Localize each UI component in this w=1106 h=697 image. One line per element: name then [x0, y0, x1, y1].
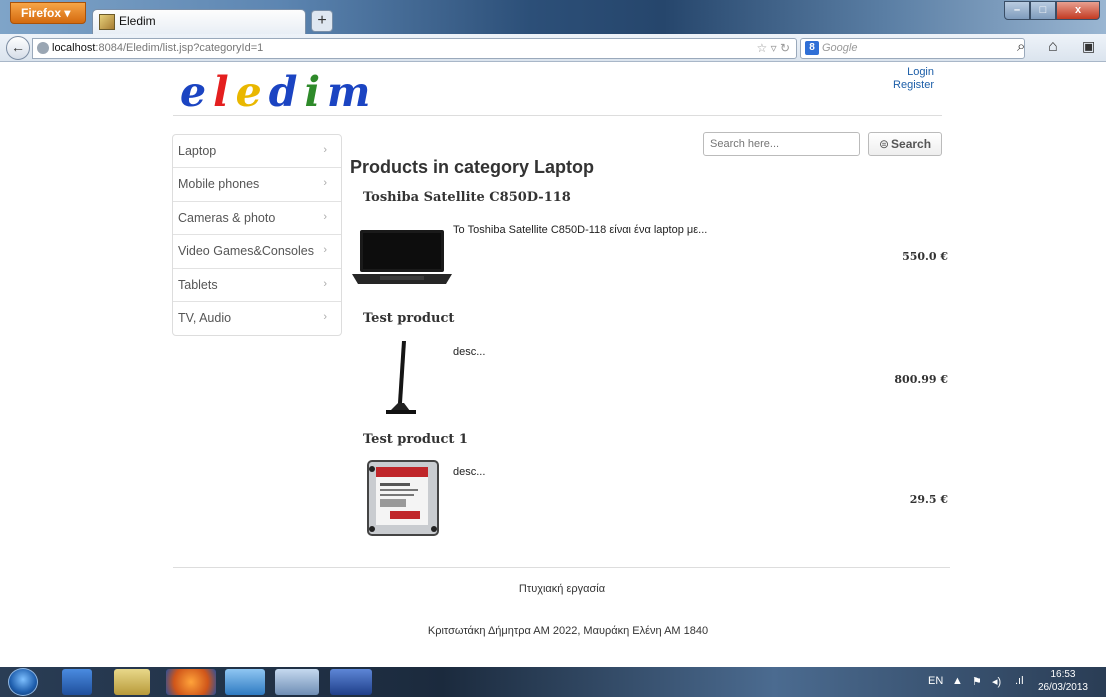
- volume-icon[interactable]: ◂): [992, 675, 1001, 688]
- url-bar-icons: ☆ ▿ ↻: [756, 39, 790, 58]
- auth-links: Login Register: [893, 66, 934, 92]
- product-name[interactable]: Toshiba Satellite C850D-118: [363, 190, 571, 205]
- login-link[interactable]: Login: [893, 66, 934, 79]
- search-input[interactable]: [703, 132, 860, 156]
- chevron-right-icon: ›: [323, 244, 327, 257]
- search-button-label: Search: [891, 137, 932, 151]
- product-name[interactable]: Test product 1: [363, 432, 468, 447]
- logo-letter: e: [180, 68, 214, 116]
- word-icon[interactable]: [330, 669, 372, 695]
- sidebar-item-tv-audio[interactable]: TV, Audio ›: [173, 302, 341, 335]
- sidebar-item-laptop[interactable]: Laptop ›: [173, 135, 341, 169]
- chevron-right-icon: ›: [323, 210, 327, 223]
- clock-date: 26/03/2013: [1037, 682, 1088, 693]
- sidebar-item-tablets[interactable]: Tablets ›: [173, 269, 341, 302]
- url-bar[interactable]: localhost:8084/Eledim/list.jsp?categoryI…: [32, 38, 797, 59]
- sidebar-item-mobile-phones[interactable]: Mobile phones ›: [173, 168, 341, 202]
- search-button[interactable]: ⊜ Search: [868, 132, 942, 156]
- logo-letter: d: [268, 68, 305, 116]
- site-logo[interactable]: eledim: [180, 72, 377, 113]
- logo-letter: e: [235, 68, 269, 116]
- chevron-right-icon: ›: [323, 177, 327, 190]
- search-go-icon[interactable]: ⌕: [1017, 38, 1025, 55]
- product-price: 550.0 €: [902, 250, 948, 263]
- minimize-button[interactable]: –: [1004, 1, 1030, 20]
- product-description: desc...: [453, 346, 486, 358]
- firefox-taskbar-icon[interactable]: [166, 669, 216, 695]
- window-controls: – □ x: [1004, 1, 1100, 20]
- tab-title: Eledim: [119, 14, 156, 29]
- maximize-button[interactable]: □: [1030, 1, 1056, 20]
- chevron-right-icon: ›: [323, 277, 327, 290]
- logo-letter: i: [304, 68, 328, 116]
- hard-drive-image[interactable]: [350, 459, 454, 539]
- product-item: Test product desc... 800.99 €: [350, 311, 950, 421]
- product-item: Test product 1 desc... 29.5 €: [350, 432, 950, 542]
- browser-titlebar: Firefox ▾ Eledim + – □ x: [0, 0, 1106, 35]
- chevron-right-icon: ›: [323, 144, 327, 156]
- file-explorer-icon[interactable]: [114, 669, 150, 695]
- windows-taskbar: EN ▲ ⚑ ◂) .ıl 16:53 26/03/2013: [0, 667, 1106, 697]
- url-path: :8084/Eledim/list.jsp?categoryId=1: [95, 42, 264, 54]
- url-host: localhost: [52, 42, 96, 54]
- product-name[interactable]: Test product: [363, 311, 454, 326]
- search-icon: ⊜: [878, 137, 890, 151]
- firefox-menu-button[interactable]: Firefox ▾: [10, 2, 86, 24]
- sidebar-item-label: TV, Audio: [178, 310, 232, 325]
- google-engine-icon[interactable]: 8: [805, 41, 819, 56]
- footer-authors: Κριτσωτάκη Δήμητρα ΑΜ 2022, Μαυράκη Ελέν…: [427, 625, 709, 637]
- dropdown-icon[interactable]: ▿: [771, 41, 777, 55]
- signal-icon[interactable]: .ıl: [1015, 675, 1024, 687]
- sidebar-item-label: Laptop: [178, 144, 217, 158]
- navigation-toolbar: ← localhost:8084/Eledim/list.jsp?categor…: [0, 34, 1106, 62]
- sidebar-item-label: Mobile phones: [178, 177, 260, 192]
- site-identity-icon[interactable]: [37, 42, 49, 55]
- register-link[interactable]: Register: [893, 79, 934, 92]
- new-tab-button[interactable]: +: [311, 10, 333, 32]
- sidebar-item-video-games[interactable]: Video Games&Consoles ›: [173, 235, 341, 269]
- bookmarks-menu-icon[interactable]: ▣: [1082, 38, 1095, 55]
- network-flag-icon[interactable]: ⚑: [972, 675, 982, 688]
- media-player-icon[interactable]: [62, 669, 92, 695]
- chevron-right-icon: ›: [323, 310, 327, 323]
- start-button[interactable]: [8, 668, 38, 696]
- tab-favicon-icon: [99, 14, 115, 30]
- language-indicator[interactable]: EN: [928, 675, 943, 687]
- show-hidden-icons-icon[interactable]: ▲: [952, 675, 963, 687]
- system-clock[interactable]: 16:53 26/03/2013: [1038, 668, 1088, 694]
- product-item: Toshiba Satellite C850D-118 Το Toshiba S…: [350, 190, 950, 290]
- logo-letter: l: [213, 68, 236, 116]
- product-price: 800.99 €: [894, 373, 948, 386]
- sidebar-item-label: Video Games&Consoles: [178, 244, 314, 259]
- clock-time: 16:53: [1050, 669, 1076, 680]
- browser-tab[interactable]: Eledim: [92, 9, 306, 35]
- home-icon[interactable]: ⌂: [1048, 38, 1058, 56]
- page-title: Products in category Laptop: [350, 157, 595, 177]
- product-price: 29.5 €: [909, 493, 948, 506]
- product-description: Το Toshiba Satellite C850D-118 είναι ένα…: [453, 224, 708, 236]
- paint-icon[interactable]: [275, 669, 319, 695]
- sidebar-item-label: Cameras & photo: [178, 210, 276, 225]
- header-divider: [173, 115, 942, 116]
- back-button[interactable]: ←: [6, 36, 30, 60]
- footer-text: Πτυχιακή εργασία: [518, 583, 606, 595]
- product-description: desc...: [453, 466, 486, 478]
- reload-icon[interactable]: ↻: [780, 41, 790, 55]
- browser-search-box[interactable]: 8 Google: [800, 38, 1025, 59]
- footer-divider: [173, 567, 950, 568]
- search-engine-name: Google: [822, 42, 858, 54]
- sidebar-item-cameras-photo[interactable]: Cameras & photo ›: [173, 202, 341, 236]
- sidebar-item-label: Tablets: [178, 277, 218, 292]
- category-sidebar: Laptop › Mobile phones › Cameras & photo › …: [172, 134, 342, 337]
- bookmark-star-icon[interactable]: ☆: [756, 41, 767, 55]
- close-window-button[interactable]: x: [1056, 1, 1100, 20]
- monitor-image[interactable]: [350, 339, 454, 419]
- virtualbox-icon[interactable]: [225, 669, 265, 695]
- logo-letter: m: [327, 68, 378, 116]
- laptop-image[interactable]: [350, 228, 454, 288]
